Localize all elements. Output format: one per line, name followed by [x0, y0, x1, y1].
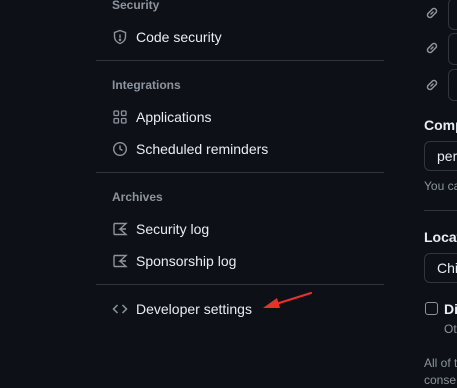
company-label: Comp	[424, 117, 457, 133]
sidebar-divider	[96, 172, 384, 173]
sidebar-divider	[96, 60, 384, 61]
annotation-arrow	[263, 291, 313, 308]
company-input[interactable]: per	[424, 141, 457, 171]
archives-section-heading: Archives	[112, 190, 163, 204]
log-icon	[112, 253, 128, 269]
sidebar-item-code-security[interactable]: Code security	[104, 23, 376, 51]
security-section-heading: Security	[112, 0, 160, 12]
social-link-input-2[interactable]	[448, 33, 457, 65]
sidebar-divider	[96, 284, 384, 285]
sidebar-item-security-log[interactable]: Security log	[104, 215, 376, 243]
sidebar-item-applications[interactable]: Applications	[104, 103, 376, 131]
sidebar-item-scheduled-reminders[interactable]: Scheduled reminders	[104, 135, 376, 163]
sidebar-item-label: Security log	[136, 221, 210, 237]
sidebar-item-developer-settings[interactable]: Developer settings	[104, 295, 376, 323]
link-icon	[424, 5, 440, 21]
apps-grid-icon	[112, 109, 128, 125]
link-icon	[424, 77, 440, 93]
sidebar-item-label: Sponsorship log	[136, 253, 237, 269]
location-label: Locat	[424, 229, 457, 245]
code-icon	[112, 301, 128, 317]
form-footer-text: All of t	[424, 356, 457, 370]
sidebar-item-label: Scheduled reminders	[136, 141, 269, 157]
checkbox-label: Di	[444, 301, 457, 317]
social-link-input-1[interactable]	[448, 0, 457, 30]
log-icon	[112, 221, 128, 237]
sidebar-item-label: Developer settings	[136, 301, 252, 317]
display-checkbox[interactable]	[425, 302, 438, 315]
sidebar-item-sponsorship-log[interactable]: Sponsorship log	[104, 247, 376, 275]
checkbox-note: Ot	[444, 322, 457, 336]
company-note: You ca	[424, 179, 457, 193]
clock-icon	[112, 141, 128, 157]
shield-icon	[112, 29, 128, 45]
link-icon	[424, 40, 440, 56]
form-divider	[424, 210, 457, 211]
settings-page: Security Code security Integrations Appl…	[0, 0, 457, 388]
integrations-section-heading: Integrations	[112, 78, 181, 92]
form-footer-text: conse	[424, 373, 457, 387]
social-link-input-3[interactable]	[448, 69, 457, 101]
sidebar-item-label: Code security	[136, 29, 222, 45]
location-input[interactable]: Chi	[424, 253, 457, 283]
sidebar-item-label: Applications	[136, 109, 212, 125]
